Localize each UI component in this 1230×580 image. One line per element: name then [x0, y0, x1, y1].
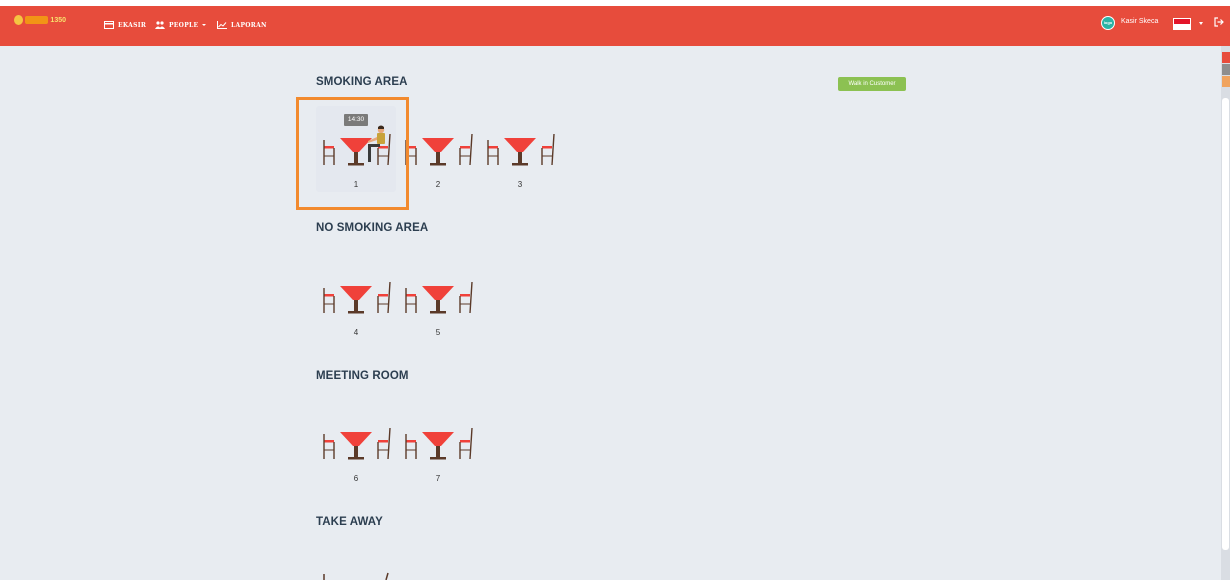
- table-1[interactable]: 14:30 1: [316, 106, 396, 192]
- section-title-no-smoking: NO SMOKING AREA: [316, 222, 429, 234]
- logout-icon[interactable]: [1214, 17, 1224, 27]
- table-icon: [405, 133, 473, 166]
- logo-mark: [25, 16, 49, 24]
- table-icon: [405, 427, 473, 460]
- logo-dot-icon: [14, 15, 23, 25]
- table-4[interactable]: 4: [316, 254, 396, 340]
- section-title-smoking: SMOKING AREA: [316, 76, 408, 88]
- take-away-table-icon: [323, 572, 389, 580]
- table-number: 6: [353, 474, 359, 483]
- table-icon: [487, 133, 555, 166]
- table-2[interactable]: 2: [398, 106, 478, 192]
- table-number: 1: [353, 180, 359, 189]
- table-icon: [405, 281, 473, 314]
- table-5[interactable]: 5: [398, 254, 478, 340]
- language-flag-icon[interactable]: [1173, 18, 1191, 30]
- top-navbar: 1350 EKASIR PEOPLE LAPORAN logo Kasir Sk…: [0, 6, 1230, 46]
- people-icon: [155, 21, 165, 29]
- nav-people[interactable]: PEOPLE: [155, 19, 207, 31]
- nav-laporan[interactable]: LAPORAN: [217, 19, 267, 31]
- language-chevron-icon[interactable]: [1199, 22, 1203, 25]
- side-tab-red[interactable]: [1222, 52, 1230, 63]
- side-tab-orange[interactable]: [1222, 76, 1230, 87]
- credit-card-icon: [104, 21, 114, 29]
- table-icon: [323, 427, 391, 460]
- brand-text: 1350: [50, 16, 66, 24]
- user-name[interactable]: Kasir Skeca: [1121, 18, 1158, 25]
- nav-people-label: PEOPLE: [169, 21, 199, 29]
- nav-laporan-label: LAPORAN: [231, 21, 267, 29]
- table-time-badge: 14:30: [344, 114, 368, 126]
- table-number: 5: [435, 328, 441, 337]
- nav-ekasir[interactable]: EKASIR: [104, 19, 146, 31]
- table-6[interactable]: 6: [316, 400, 396, 486]
- table-number: 3: [517, 180, 523, 189]
- scrollbar-thumb[interactable]: [1222, 98, 1229, 550]
- line-chart-icon: [217, 21, 227, 29]
- table-icon: [323, 281, 391, 314]
- table-7[interactable]: 7: [398, 400, 478, 486]
- occupied-table-icon: [323, 125, 391, 166]
- table-number: 4: [353, 328, 359, 337]
- walk-in-customer-button[interactable]: Walk in Customer: [838, 77, 906, 91]
- table-3[interactable]: 3: [480, 106, 560, 192]
- side-tab-gray[interactable]: [1222, 64, 1230, 75]
- nav-ekasir-label: EKASIR: [118, 21, 147, 29]
- chevron-down-icon: [202, 24, 207, 26]
- user-avatar[interactable]: logo: [1101, 16, 1115, 30]
- section-title-take-away: TAKE AWAY: [316, 516, 383, 528]
- table-number: 2: [435, 180, 441, 189]
- section-title-meeting: MEETING ROOM: [316, 370, 409, 382]
- table-number: 7: [435, 474, 441, 483]
- brand-logo[interactable]: 1350: [14, 14, 66, 26]
